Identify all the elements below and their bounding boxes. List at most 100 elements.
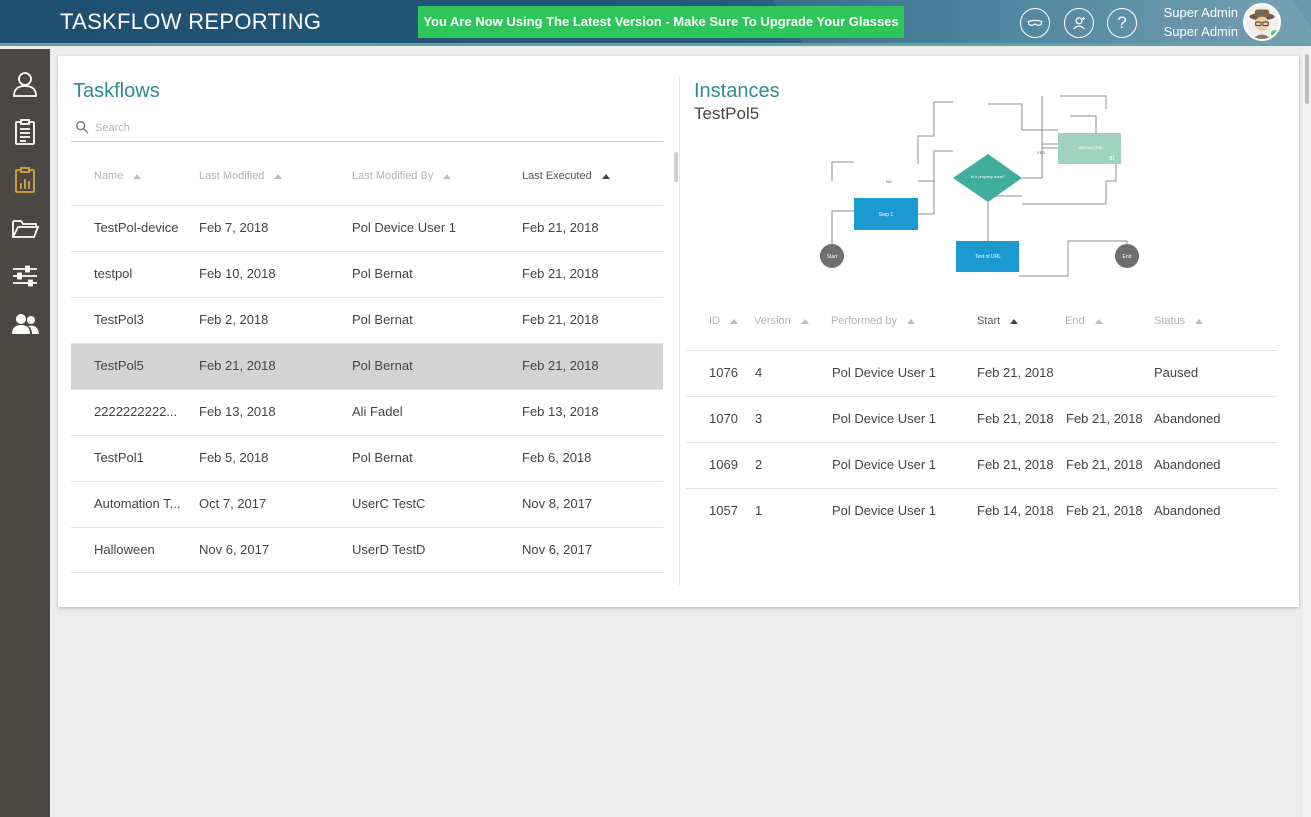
cell-last-modified-by: UserC TestC [352, 496, 426, 511]
abc-node-badge: $1 [1109, 156, 1115, 162]
column-header-label: Last Modified [199, 170, 265, 182]
search-box[interactable] [71, 116, 663, 142]
cell-name: TestPol-device [94, 220, 179, 235]
cell-id: 1057 [709, 503, 738, 518]
taskflow-diagram[interactable]: Start Step 1 NO Is it properly done? YES… [760, 76, 1140, 281]
instance-row[interactable]: 1070 3 Pol Device User 1 Feb 21, 2018 Fe… [686, 396, 1277, 442]
cell-last-executed: Feb 21, 2018 [522, 266, 599, 281]
upgrade-banner[interactable]: You Are Now Using The Latest Version - M… [418, 6, 904, 38]
instance-row[interactable]: 1057 1 Pol Device User 1 Feb 14, 2018 Fe… [686, 488, 1277, 534]
column-header-id[interactable]: ID [709, 315, 738, 327]
column-header-start[interactable]: Start [977, 315, 1019, 327]
cell-last-modified-by: Pol Bernat [352, 312, 413, 327]
sidebar-item-settings[interactable] [0, 253, 50, 299]
table-row[interactable]: TestPol3 Feb 2, 2018 Pol Bernat Feb 21, … [71, 297, 663, 343]
column-header-status[interactable]: Status [1154, 315, 1204, 327]
help-symbol: ? [1117, 13, 1127, 32]
search-input[interactable] [95, 118, 655, 138]
table-row[interactable]: TestPol-device Feb 7, 2018 Pol Device Us… [71, 205, 663, 251]
cell-name: TestPol1 [94, 450, 144, 465]
sort-caret-icon [601, 173, 610, 179]
end-node-label: End [1123, 254, 1132, 260]
sort-caret-icon [800, 318, 809, 324]
sidebar-item-users[interactable] [0, 301, 50, 347]
cell-id: 1070 [709, 411, 738, 426]
chart-report-icon [15, 167, 35, 193]
cell-last-modified-by: Ali Fadel [352, 404, 403, 419]
column-header-label: Last Executed [522, 170, 592, 182]
cell-last-executed: Feb 21, 2018 [522, 358, 599, 373]
column-header-label: Version [754, 315, 791, 327]
table-row-selected[interactable]: TestPol5 Feb 21, 2018 Pol Bernat Feb 21,… [71, 343, 663, 389]
user-role: Super Admin [1163, 24, 1238, 39]
cell-last-executed: Nov 6, 2017 [522, 542, 593, 557]
avatar[interactable] [1243, 3, 1281, 41]
page-scrollbar-thumb[interactable] [1305, 54, 1309, 104]
panel-divider [679, 77, 680, 585]
cell-performed-by: Pol Device User 1 [832, 503, 937, 518]
cell-last-modified-by: Pol Bernat [352, 266, 413, 281]
cell-start: Feb 14, 2018 [977, 503, 1054, 518]
cell-id: 1069 [709, 457, 738, 472]
connector-start [831, 210, 854, 244]
cell-name: 2222222222... [94, 404, 178, 419]
sort-caret-icon [907, 318, 916, 324]
table-row[interactable]: testpol Feb 10, 2018 Pol Bernat Feb 21, … [71, 251, 663, 297]
decision-node-label: Is it properly done? [971, 174, 1006, 179]
cell-last-modified-by: Pol Bernat [352, 358, 413, 373]
column-header-label: Start [977, 315, 1001, 327]
sidebar [0, 49, 50, 817]
table-row[interactable]: Automation T... Oct 7, 2017 UserC TestC … [71, 481, 663, 527]
sort-caret-icon [274, 173, 283, 179]
column-header-label: Status [1154, 315, 1186, 327]
instance-row[interactable]: 1069 2 Pol Device User 1 Feb 21, 2018 Fe… [686, 442, 1277, 488]
cell-last-executed: Nov 8, 2017 [522, 496, 593, 511]
column-header-last-modified-by[interactable]: Last Modified By [352, 170, 452, 182]
column-header-label: Name [94, 170, 124, 182]
sidebar-item-profile[interactable] [0, 61, 50, 107]
column-header-last-executed[interactable]: Last Executed [522, 170, 610, 182]
sort-caret-icon [133, 173, 142, 179]
table-row[interactable]: Halloween Nov 6, 2017 UserD TestD Nov 6,… [71, 527, 663, 573]
sidebar-item-files[interactable] [0, 205, 50, 251]
table-row[interactable]: 2222222222... Feb 13, 2018 Ali Fadel Feb… [71, 389, 663, 435]
cell-name: TestPol5 [94, 358, 144, 373]
page-scrollbar[interactable] [1303, 50, 1311, 817]
cell-name: Halloween [94, 542, 155, 557]
user-name: Super Admin [1163, 5, 1238, 20]
taskflows-scrollbar[interactable] [674, 152, 678, 182]
help-icon[interactable]: ? [1107, 8, 1137, 38]
sort-caret-icon [1094, 318, 1103, 324]
glasses-icon[interactable] [1020, 8, 1050, 38]
cell-performed-by: Pol Device User 1 [832, 457, 937, 472]
column-header-last-modified[interactable]: Last Modified [199, 170, 283, 182]
column-header-performed-by[interactable]: Performed by [831, 315, 916, 327]
cell-name: TestPol3 [94, 312, 144, 327]
sidebar-item-reporting[interactable] [0, 157, 50, 203]
sort-caret-icon [1195, 318, 1204, 324]
table-row[interactable]: TestPol1 Feb 5, 2018 Pol Bernat Feb 6, 2… [71, 435, 663, 481]
cell-last-modified: Feb 7, 2018 [199, 220, 269, 235]
folder-open-icon [12, 220, 40, 238]
column-header-end[interactable]: End [1065, 315, 1103, 327]
sidebar-item-tasks[interactable] [0, 109, 50, 155]
cell-version: 4 [755, 365, 763, 380]
abc-node-label: ABCabc123$ [1078, 145, 1102, 150]
sort-caret-icon [730, 318, 738, 324]
cell-start: Feb 21, 2018 [977, 365, 1054, 380]
user-account-icon[interactable] [1064, 8, 1094, 38]
clipboard-list-icon [15, 119, 35, 145]
test-url-node-label: Test of URL [975, 254, 1001, 260]
column-header-version[interactable]: Version [754, 315, 809, 327]
cell-last-modified: Feb 10, 2018 [199, 266, 276, 281]
column-header-name[interactable]: Name [94, 170, 142, 182]
cell-last-executed: Feb 6, 2018 [522, 450, 592, 465]
taskflows-title: Taskflows [73, 80, 160, 102]
cell-status: Paused [1154, 365, 1199, 380]
cell-last-modified: Feb 13, 2018 [199, 404, 276, 419]
instance-row[interactable]: 1076 4 Pol Device User 1 Feb 21, 2018 Pa… [686, 350, 1277, 396]
cell-last-modified-by: UserD TestD [352, 542, 426, 557]
search-icon [76, 121, 89, 134]
cell-last-modified: Nov 6, 2017 [199, 542, 270, 557]
app-title: TASKFLOW REPORTING [60, 9, 322, 34]
